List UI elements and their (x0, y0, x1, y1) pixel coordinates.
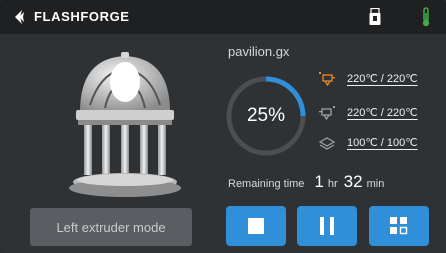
left-extruder-icon (319, 72, 335, 87)
left-extruder-temp[interactable]: 220℃ / 220℃ (347, 72, 418, 85)
pause-icon (320, 217, 334, 235)
remaining-time-label: Remaining time (228, 178, 305, 190)
usb-icon[interactable] (368, 8, 382, 26)
flashforge-logo-icon (15, 10, 24, 24)
top-bar: FLASHFORGE (0, 0, 446, 34)
hours-unit: hr (327, 178, 338, 190)
bed-temp[interactable]: 100℃ / 100℃ (347, 136, 418, 149)
stop-button[interactable] (226, 206, 286, 246)
remaining-time: Remaining time 1 hr 32 min (228, 172, 442, 192)
remaining-minutes: 32 (343, 172, 363, 191)
brand-name: FLASHFORGE (34, 9, 130, 24)
pause-button[interactable] (297, 206, 357, 246)
model-preview-image (69, 52, 181, 197)
heated-bed-icon (318, 137, 336, 150)
more-grid-icon (390, 217, 408, 235)
minutes-unit: min (366, 178, 385, 190)
stop-icon (248, 218, 264, 234)
file-name: pavilion.gx (228, 44, 290, 59)
right-extruder-temp[interactable]: 220℃ / 220℃ (347, 106, 418, 119)
extruder-mode-button[interactable]: Left extruder mode (30, 208, 192, 246)
remaining-hours: 1 (314, 172, 324, 191)
more-options-button[interactable] (369, 206, 429, 246)
thermometer-icon (422, 7, 430, 27)
printer-screen: FLASHFORGE pavilion.gx 25% 220℃ / 220℃ 2… (0, 0, 446, 253)
progress-percent: 25% (246, 105, 286, 126)
right-extruder-icon (319, 106, 335, 121)
